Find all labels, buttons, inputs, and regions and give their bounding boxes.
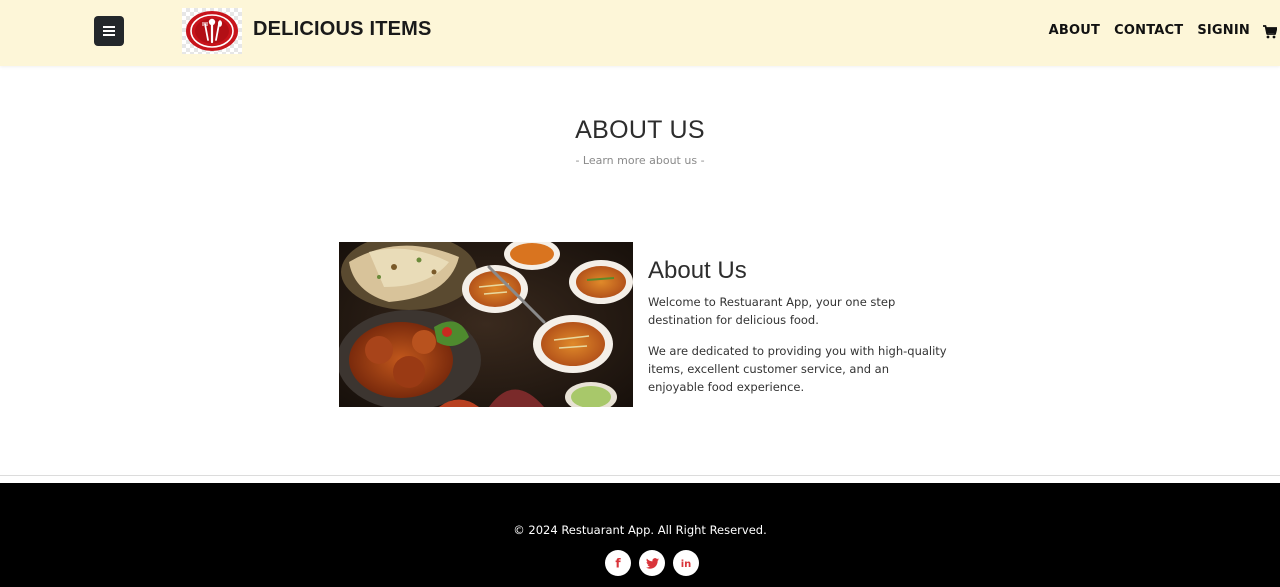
- svg-text:f: f: [615, 557, 621, 569]
- about-heading: About Us: [648, 257, 747, 284]
- social-links: f in: [605, 550, 707, 576]
- about-paragraph-mission: We are dedicated to providing you with h…: [648, 344, 947, 394]
- about-paragraph-intro: Welcome to Restuarant App, your one step…: [648, 295, 896, 327]
- twitter-link[interactable]: [639, 550, 665, 576]
- nav-link-signin[interactable]: SIGNIN: [1197, 23, 1250, 38]
- footer-divider: [0, 475, 1280, 476]
- menu-toggle-button[interactable]: [94, 16, 124, 46]
- restaurant-logo-icon: [186, 11, 238, 51]
- facebook-link[interactable]: f: [605, 550, 631, 576]
- brand-name[interactable]: DELICIOUS ITEMS: [253, 18, 432, 41]
- cart-button[interactable]: [1263, 24, 1278, 43]
- bars-icon: [103, 26, 115, 36]
- svg-text:in: in: [681, 559, 692, 569]
- linkedin-icon: in: [681, 559, 692, 569]
- linkedin-link[interactable]: in: [673, 550, 699, 576]
- twitter-icon: [645, 557, 659, 569]
- nav-link-contact[interactable]: CONTACT: [1114, 23, 1183, 38]
- footer: © 2024 Restuarant App. All Right Reserve…: [0, 483, 1280, 587]
- facebook-icon: f: [615, 557, 621, 569]
- copyright-text: © 2024 Restuarant App. All Right Reserve…: [513, 523, 767, 537]
- brand-logo[interactable]: [182, 8, 242, 54]
- nav-links: ABOUT CONTACT SIGNIN: [1035, 23, 1250, 38]
- nav-link-about[interactable]: ABOUT: [1049, 23, 1100, 38]
- shopping-cart-icon: [1263, 25, 1278, 39]
- page-subtitle: - Learn more about us -: [575, 154, 705, 167]
- page-title: ABOUT US: [575, 116, 705, 144]
- navbar: DELICIOUS ITEMS ABOUT CONTACT SIGNIN: [0, 0, 1280, 66]
- about-food-image: [339, 242, 633, 407]
